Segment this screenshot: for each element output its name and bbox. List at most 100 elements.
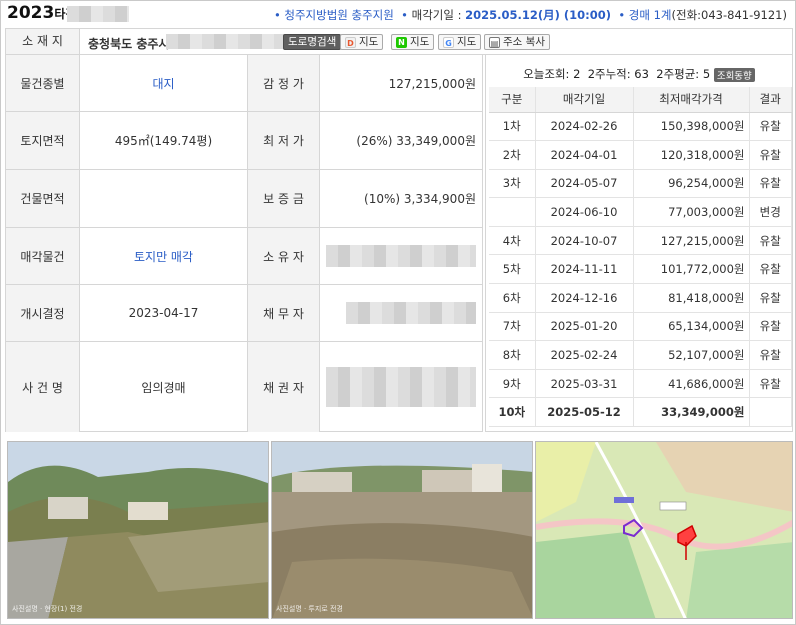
history-price: 127,215,000원 (633, 226, 750, 256)
history-no: 8차 (489, 340, 536, 370)
location-map[interactable] (535, 441, 793, 619)
history-result (749, 397, 792, 428)
info-row: 매각물건 토지만 매각 소 유 자 (6, 228, 482, 285)
auction-date: 2025.05.12(月) (10:00) (465, 8, 612, 22)
daum-icon: D (345, 36, 356, 48)
case-number-redacted (67, 6, 129, 22)
site-photo-2[interactable]: 사진설명 · 투지로 전경 (271, 441, 533, 619)
address-row: 소 재 지 충청북도 충주시 도로명검색 D 지도 N 지도 G 지도 ▤ 주소… (5, 28, 793, 55)
history-date: 2024-11-11 (535, 254, 634, 285)
history-no: 4차 (489, 226, 536, 256)
site-photo-1[interactable]: 사진설명 · 현장(1) 전경 (7, 441, 269, 619)
info-row: 토지면적 495㎡(149.74평) 최 저 가 (26%) 33,349,00… (6, 112, 482, 170)
history-date: 2025-03-31 (535, 369, 634, 399)
address-label: 소 재 지 (6, 29, 80, 54)
history-date: 2025-02-24 (535, 340, 634, 370)
history-price: 120,318,000원 (633, 140, 750, 170)
history-price: 150,398,000원 (633, 112, 750, 142)
history-no: 1차 (489, 112, 536, 142)
history-no: 3차 (489, 169, 536, 199)
property-type-link[interactable]: 대지 (80, 55, 248, 111)
auction-history-table: 구분 매각기일 최저매각가격 결과 1차 2024-02-26 150,398,00… (489, 87, 792, 428)
info-row: 건물면적 보 증 금 (10%) 3,334,900원 (6, 170, 482, 228)
land-area: 495㎡(149.74평) (80, 112, 248, 169)
google-map-button[interactable]: G 지도 (438, 34, 482, 50)
history-result: 유찰 (749, 226, 792, 256)
sale-item-link[interactable]: 토지만 매각 (80, 228, 248, 284)
auction-history-panel: 오늘조회: 2 2주누적: 63 2주평균: 5 조회동향 구분 매각기일 최저… (485, 55, 793, 432)
case-name: 임의경매 (80, 342, 248, 432)
copy-icon: ▤ (489, 36, 500, 48)
history-price: 52,107,000원 (633, 340, 750, 370)
case-number: 2023타경 (7, 3, 77, 23)
road-hill-photo (8, 442, 268, 618)
history-price: 65,134,000원 (633, 312, 750, 342)
dept-phone: (전화:043-841-9121) (671, 8, 787, 22)
start-decision-date: 2023-04-17 (80, 285, 248, 341)
history-price: 96,254,000원 (633, 169, 750, 199)
history-date: 2025-01-20 (535, 312, 634, 342)
property-info-table: 물건종별 대지 감 정 가 127,215,000원 토지면적 495㎡(149… (5, 55, 483, 432)
history-price: 101,772,000원 (633, 254, 750, 285)
history-no: 5차 (489, 254, 536, 285)
history-date: 2025-05-12 (535, 397, 634, 428)
vacant-lot-photo (272, 442, 532, 618)
owner-value (320, 228, 482, 284)
history-no (489, 197, 536, 227)
history-row: 8차 2025-02-24 52,107,000원 유찰 (489, 340, 792, 370)
appraisal-value: 127,215,000원 (388, 76, 476, 91)
copy-address-button[interactable]: ▤ 주소 복사 (484, 34, 550, 50)
history-row: 4차 2024-10-07 127,215,000원 유찰 (489, 226, 792, 256)
history-price: 33,349,000원 (633, 397, 750, 428)
history-no: 7차 (489, 312, 536, 342)
naver-map-button[interactable]: N 지도 (391, 34, 435, 50)
header: 2023타경 • 청주지방법원 충주지원 • 매각기일 : 2025.05.12… (1, 1, 796, 27)
minimum-price: (26%) 33,349,000원 (356, 134, 476, 148)
debtor-value (320, 285, 482, 341)
history-result: 유찰 (749, 283, 792, 313)
creditor-redacted (326, 367, 476, 407)
history-result: 변경 (749, 197, 792, 227)
history-result: 유찰 (749, 254, 792, 285)
history-result: 유찰 (749, 169, 792, 199)
history-result: 유찰 (749, 340, 792, 370)
history-no: 2차 (489, 140, 536, 170)
history-row: 9차 2025-03-31 41,686,000원 유찰 (489, 369, 792, 399)
history-date: 2024-10-07 (535, 226, 634, 256)
history-date: 2024-04-01 (535, 140, 634, 170)
owner-redacted (326, 245, 476, 267)
photo-gallery: 사진설명 · 현장(1) 전경 사진설명 · 투지로 전경 (5, 441, 793, 619)
view-stats: 오늘조회: 2 2주누적: 63 2주평균: 5 조회동향 (486, 66, 792, 82)
creditor-value (320, 342, 482, 432)
info-row: 개시결정 2023-04-17 채 무 자 (6, 285, 482, 342)
history-no: 6차 (489, 283, 536, 313)
history-price: 77,003,000원 (633, 197, 750, 227)
auction-detail-page: 2023타경 • 청주지방법원 충주지원 • 매각기일 : 2025.05.12… (0, 0, 796, 625)
court-name[interactable]: 청주지방법원 충주지원 (284, 8, 393, 22)
history-price: 81,418,000원 (633, 283, 750, 313)
history-row: 3차 2024-05-07 96,254,000원 유찰 (489, 169, 792, 199)
history-no: 9차 (489, 369, 536, 399)
history-row: 1차 2024-02-26 150,398,000원 유찰 (489, 112, 792, 142)
history-result: 유찰 (749, 112, 792, 142)
history-result: 유찰 (749, 140, 792, 170)
history-result: 유찰 (749, 369, 792, 399)
naver-icon: N (396, 36, 407, 48)
history-no: 10차 (489, 397, 536, 428)
address-text: 충청북도 충주시 (88, 37, 170, 51)
header-info: • 청주지방법원 충주지원 • 매각기일 : 2025.05.12(月) (10… (273, 8, 787, 22)
google-icon: G (443, 36, 454, 48)
cadastral-map (536, 442, 792, 618)
auction-dept[interactable]: 경매 1계 (629, 8, 672, 22)
history-result: 유찰 (749, 312, 792, 342)
history-price: 41,686,000원 (633, 369, 750, 399)
road-address-search-button[interactable]: 도로명검색 (283, 34, 342, 50)
view-trend-button[interactable]: 조회동향 (713, 67, 755, 82)
address-redacted (166, 34, 284, 49)
deposit: (10%) 3,334,900원 (364, 192, 476, 206)
history-date: 2024-05-07 (535, 169, 634, 199)
debtor-redacted (346, 302, 476, 324)
building-area (80, 170, 248, 227)
history-row: 2차 2024-04-01 120,318,000원 유찰 (489, 140, 792, 170)
daum-map-button[interactable]: D 지도 (340, 34, 384, 50)
